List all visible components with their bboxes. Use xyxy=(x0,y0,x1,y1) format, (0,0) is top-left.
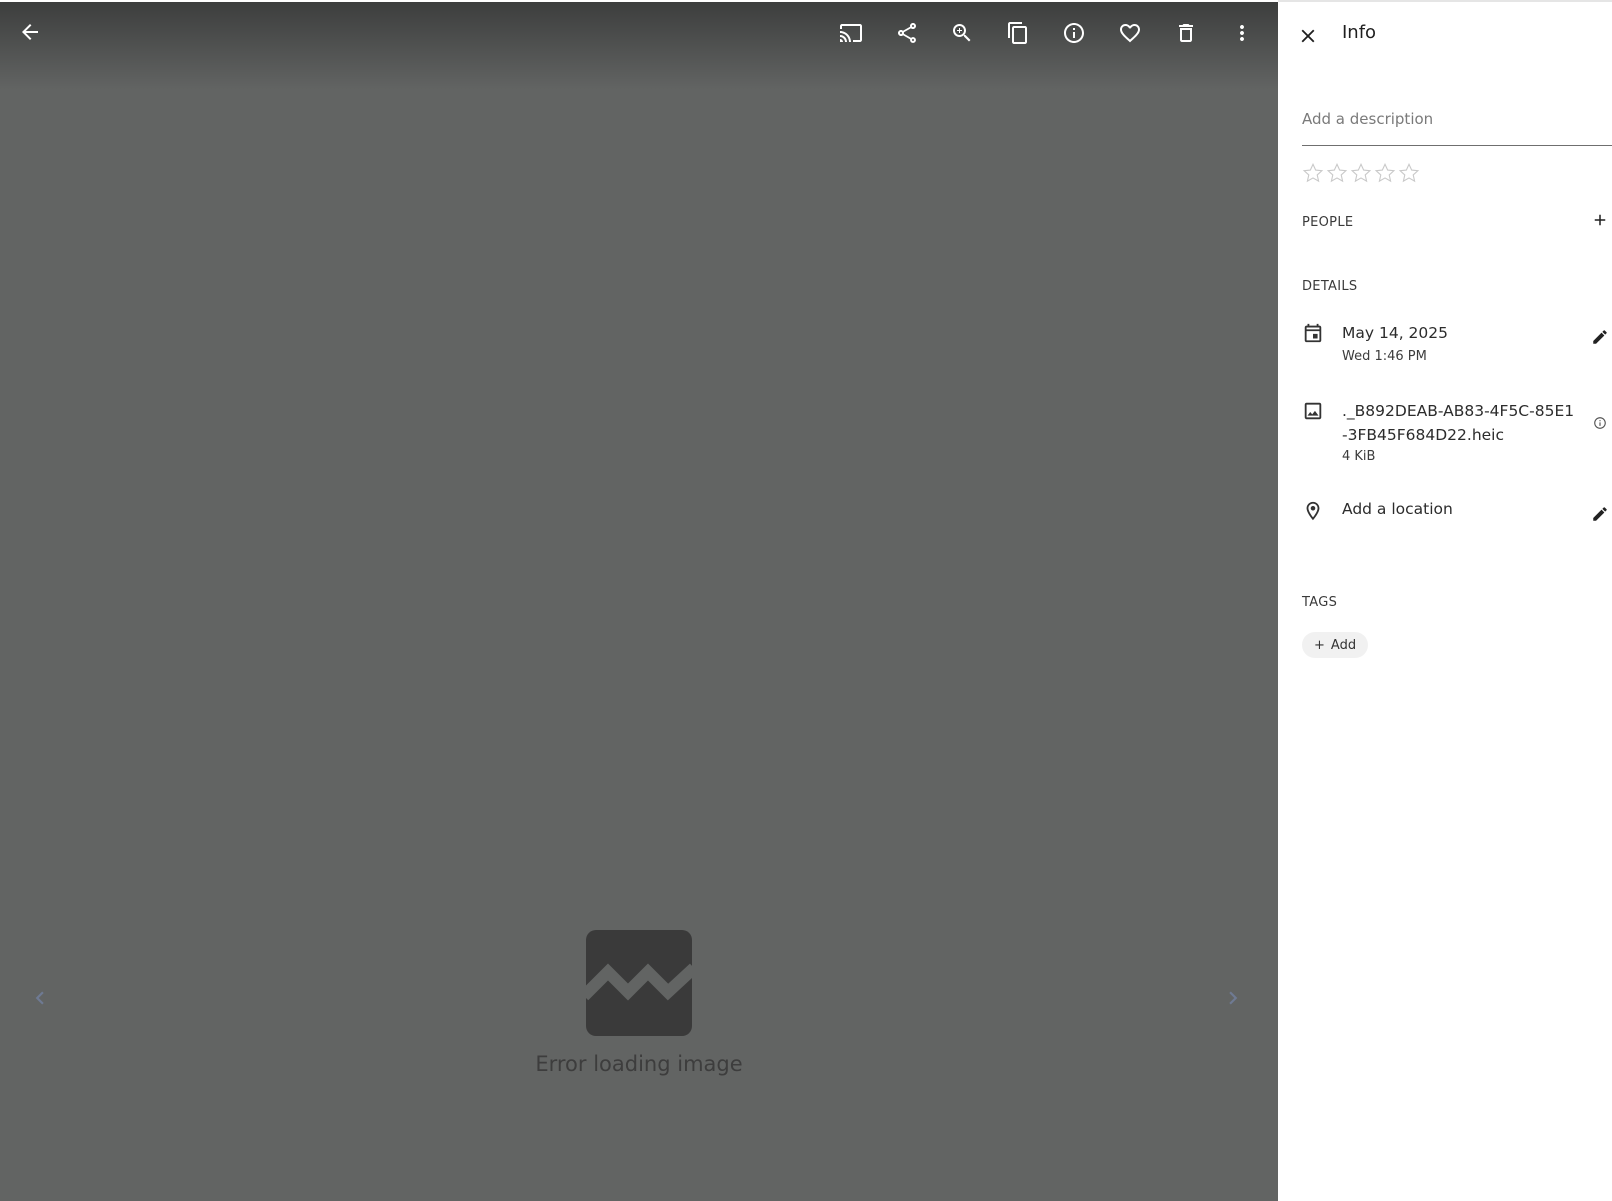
plus-icon: + xyxy=(1314,637,1325,653)
calendar-icon xyxy=(1302,322,1324,348)
edit-location-button[interactable] xyxy=(1590,504,1610,524)
star-outline-icon xyxy=(1302,162,1324,183)
edit-date-button[interactable] xyxy=(1590,327,1610,347)
description-input[interactable] xyxy=(1302,92,1612,146)
date-primary: May 14, 2025 xyxy=(1342,324,1448,342)
panel-title: Info xyxy=(1342,22,1377,43)
info-panel: Info PEOPLE DETAILS May 14, 2025 Wed 1:4… xyxy=(1278,0,1612,1201)
add-person-button[interactable] xyxy=(1590,210,1610,230)
star-3-button[interactable] xyxy=(1350,162,1372,184)
image-file-icon xyxy=(1302,400,1324,426)
location-pin-icon xyxy=(1302,500,1324,526)
error-state: Error loading image xyxy=(0,930,1278,1076)
broken-image-icon xyxy=(586,930,692,1036)
details-section-label: DETAILS xyxy=(1302,279,1358,294)
close-info-button[interactable] xyxy=(1294,22,1322,50)
image-viewer: Error loading image xyxy=(0,2,1278,1201)
add-tag-button[interactable]: + Add xyxy=(1302,632,1369,658)
copy-button[interactable] xyxy=(996,11,1040,55)
file-size: 4 KiB xyxy=(1342,449,1376,464)
more-vert-icon xyxy=(1240,25,1244,41)
file-name: ._B892DEAB-AB83-4F5C-85E1-3FB45F684D22.h… xyxy=(1342,402,1575,444)
info-icon xyxy=(1064,23,1084,43)
file-info-button[interactable] xyxy=(1593,415,1607,434)
star-5-button[interactable] xyxy=(1398,162,1420,184)
zoom-button[interactable] xyxy=(940,11,984,55)
star-outline-icon xyxy=(1350,162,1372,183)
copy-icon xyxy=(1008,22,1027,44)
arrow-back-icon xyxy=(22,24,38,40)
heart-icon xyxy=(1120,24,1140,43)
star-outline-icon xyxy=(1374,162,1396,183)
delete-button[interactable] xyxy=(1164,11,1208,55)
cast-button[interactable] xyxy=(829,11,873,55)
pencil-icon xyxy=(1593,507,1607,521)
info-button[interactable] xyxy=(1052,11,1096,55)
tags-section-label: TAGS xyxy=(1302,595,1338,610)
close-icon xyxy=(1301,29,1315,43)
share-button[interactable] xyxy=(885,11,929,55)
add-tag-label: Add xyxy=(1330,637,1357,653)
trash-icon xyxy=(1179,24,1193,42)
add-location-link[interactable]: Add a location xyxy=(1342,500,1453,518)
cast-icon xyxy=(840,24,862,42)
error-message: Error loading image xyxy=(535,1052,743,1076)
more-button[interactable] xyxy=(1220,11,1264,55)
zoom-in-icon xyxy=(953,24,971,42)
date-secondary: Wed 1:46 PM xyxy=(1342,349,1427,364)
share-icon xyxy=(898,23,916,43)
star-outline-icon xyxy=(1326,162,1348,183)
pencil-icon xyxy=(1593,330,1607,344)
back-button[interactable] xyxy=(8,10,52,54)
people-section-label: PEOPLE xyxy=(1302,215,1354,230)
star-1-button[interactable] xyxy=(1302,162,1324,184)
info-icon xyxy=(1594,417,1606,429)
star-2-button[interactable] xyxy=(1326,162,1348,184)
star-outline-icon xyxy=(1398,162,1420,183)
favorite-button[interactable] xyxy=(1108,11,1152,55)
plus-icon xyxy=(1594,214,1606,226)
star-rating xyxy=(1302,162,1420,184)
star-4-button[interactable] xyxy=(1374,162,1396,184)
